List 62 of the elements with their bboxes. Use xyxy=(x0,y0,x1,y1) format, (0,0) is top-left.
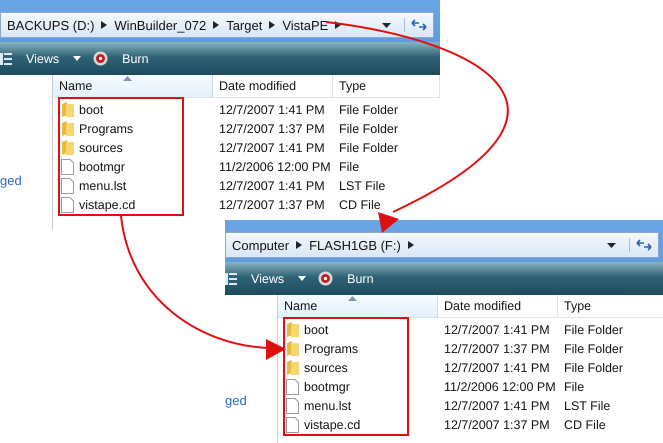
file-name[interactable]: bootmgr xyxy=(304,380,350,394)
type-cell-text: CD File xyxy=(563,418,607,432)
date-cell-text: 12/7/2007 1:41 PM xyxy=(218,140,326,154)
date-cell-text: 12/7/2007 1:41 PM xyxy=(218,102,326,116)
type-cell-text: LST File xyxy=(338,178,386,192)
address-bar[interactable]: BACKUPS (D:) WinBuilder_072 Target VistaPE xyxy=(0,12,434,38)
address-bar[interactable]: Computer FLASH1GB (F:) xyxy=(225,232,659,258)
date-cell-text: 12/7/2007 1:37 PM xyxy=(218,198,326,212)
column-header[interactable]: Date modified xyxy=(438,295,558,317)
type-cell-text: File Folder xyxy=(563,342,624,356)
breadcrumb-item[interactable]: VistaPE xyxy=(282,18,328,32)
file-name[interactable]: sources xyxy=(79,140,123,154)
file-name[interactable]: bootmgr xyxy=(79,160,125,174)
breadcrumb-item[interactable]: BACKUPS (D:) xyxy=(7,18,94,32)
views-button[interactable]: Views xyxy=(245,272,290,286)
file-name[interactable]: vistape.cd xyxy=(304,418,360,432)
column-label: Name xyxy=(59,79,92,93)
date-cell-text: 12/7/2007 1:37 PM xyxy=(443,342,551,356)
date-cell-text: 12/7/2007 1:41 PM xyxy=(443,398,551,412)
burn-button[interactable]: Burn xyxy=(341,272,380,286)
column-header[interactable]: Date modified xyxy=(213,75,333,97)
file-name[interactable]: Programs xyxy=(79,122,134,136)
views-button[interactable]: Views xyxy=(20,52,66,66)
file-name[interactable]: boot xyxy=(304,322,328,336)
date-cell-text: 11/2/2006 12:00 PM xyxy=(218,160,332,174)
column-header[interactable]: Name xyxy=(278,295,438,317)
nav-link[interactable]: ged xyxy=(0,173,22,188)
type-cell-text: CD File xyxy=(338,198,382,212)
type-cell-text: File Folder xyxy=(338,140,400,154)
type-cell-text: File xyxy=(563,380,586,394)
file-name[interactable]: boot xyxy=(79,102,104,116)
type-cell-text: LST File xyxy=(563,398,612,412)
file-name[interactable]: Programs xyxy=(304,342,358,356)
nav-link[interactable]: ged xyxy=(225,393,247,408)
type-cell-text: File xyxy=(338,160,360,174)
column-label: Type xyxy=(339,79,366,93)
type-cell-text: File Folder xyxy=(563,360,624,374)
date-cell-text: 12/7/2007 1:41 PM xyxy=(218,178,326,192)
date-cell-text: 11/2/2006 12:00 PM xyxy=(443,380,557,394)
date-cell-text: 12/7/2007 1:37 PM xyxy=(443,418,551,432)
column-label: Date modified xyxy=(444,299,522,313)
date-cell-text: 12/7/2007 1:41 PM xyxy=(443,322,551,336)
column-header[interactable]: Type xyxy=(333,75,440,97)
column-header[interactable]: Name xyxy=(53,75,213,97)
date-cell-text: 12/7/2007 1:37 PM xyxy=(218,122,326,136)
column-label: Date modified xyxy=(219,79,296,93)
breadcrumb-item[interactable]: FLASH1GB (F:) xyxy=(309,238,401,252)
type-cell-text: File Folder xyxy=(338,102,400,116)
file-name[interactable]: vistape.cd xyxy=(79,198,136,212)
type-cell-text: File Folder xyxy=(338,122,400,136)
column-label: Name xyxy=(284,299,318,313)
breadcrumb-item[interactable]: Target xyxy=(226,18,262,32)
burn-button[interactable]: Burn xyxy=(116,52,155,66)
file-name[interactable]: menu.lst xyxy=(304,398,352,412)
file-name[interactable]: menu.lst xyxy=(79,178,126,192)
breadcrumb-item[interactable]: Computer xyxy=(232,238,290,252)
column-header[interactable]: Type xyxy=(558,295,663,317)
date-cell-text: 12/7/2007 1:41 PM xyxy=(443,360,551,374)
file-name[interactable]: sources xyxy=(304,360,348,374)
type-cell-text: File Folder xyxy=(563,322,624,336)
breadcrumb-item[interactable]: WinBuilder_072 xyxy=(114,18,206,32)
column-label: Type xyxy=(564,299,592,313)
